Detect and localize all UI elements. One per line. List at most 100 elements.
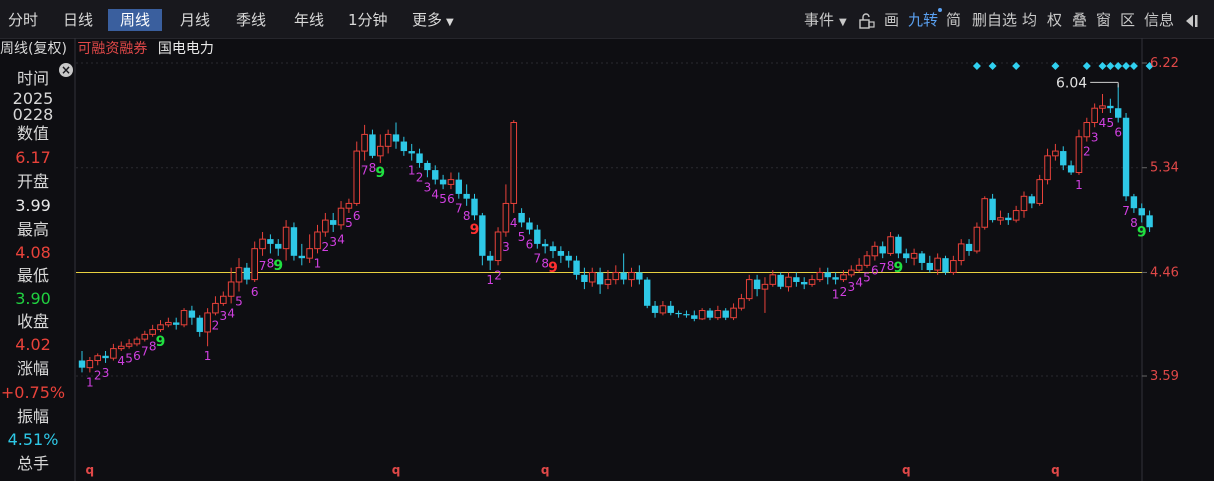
candle-body-up [1044, 155, 1051, 181]
nine-turn-count: 6 [1114, 126, 1122, 140]
candle-body-up [745, 279, 753, 300]
candle-body-up [125, 343, 133, 347]
candle-body-down [918, 253, 926, 263]
candle-body-down [455, 179, 462, 194]
nine-turn-count: 2 [322, 240, 330, 254]
candle-body-down [275, 243, 282, 249]
candle-body-down [1060, 151, 1067, 166]
nine-turn-count: 5 [439, 192, 447, 206]
nine-turn-count: 3 [219, 309, 227, 323]
candle-body-down [330, 220, 337, 225]
candle-body-down [1115, 108, 1122, 118]
candle-body-up [110, 348, 117, 359]
candle-body-down [549, 246, 557, 252]
candle-body-down [706, 310, 714, 318]
candle-body-down [188, 310, 196, 318]
candle-body-up [604, 279, 612, 285]
nine-turn-count: 5 [235, 295, 243, 309]
candle-body-up [628, 271, 635, 281]
nine-turn-count: 3 [847, 280, 855, 294]
candle-body-up [1099, 105, 1106, 109]
candle-body-down [722, 310, 729, 318]
nine-turn-count: 9 [548, 260, 558, 276]
candle-body-down [432, 170, 439, 180]
nine-turn-count: 5 [518, 230, 526, 244]
nine-turn-count: 6 [353, 209, 361, 223]
nine-turn-count: 7 [879, 261, 887, 275]
candle-body-down [565, 255, 572, 261]
candle-body-up [714, 310, 722, 319]
nine-turn-count: 7 [361, 164, 369, 178]
candle-body-up [377, 145, 384, 157]
nine-turn-count: 3 [102, 366, 110, 380]
candle-body-up [306, 248, 313, 259]
candle-body-down [691, 315, 698, 319]
nine-turn-count: 4 [227, 306, 235, 320]
signal-diamond [1122, 62, 1131, 70]
q-marker: q [392, 463, 401, 477]
candle-body-down [1107, 105, 1114, 109]
signal-diamond [1082, 62, 1091, 70]
candle-body-up [588, 271, 596, 283]
candle-body-down [487, 255, 494, 261]
candle-body-up [510, 122, 518, 204]
candle-body-up [384, 133, 392, 147]
nine-turn-count: 1 [832, 287, 840, 301]
candle-body-up [361, 133, 368, 152]
nine-turn-count: 6 [447, 192, 455, 206]
candle-body-up [94, 355, 102, 362]
candle-body-up [848, 269, 855, 276]
candle-body-up [887, 236, 894, 254]
candle-body-up [738, 298, 745, 309]
candle-body-down [926, 262, 933, 271]
candle-body-up [345, 202, 353, 209]
nine-turn-count: 9 [1137, 224, 1147, 240]
nine-turn-count: 7 [455, 202, 463, 216]
candle-body-up [1083, 122, 1091, 138]
candle-body-down [620, 272, 627, 280]
candle-body-down [1005, 217, 1012, 221]
candle-body-down [942, 258, 949, 273]
candle-body-down [903, 253, 910, 259]
candle-body-down [1138, 208, 1145, 216]
candle-body-down [392, 134, 400, 142]
candle-body-up [212, 302, 219, 314]
candle-body-down [298, 255, 305, 259]
candle-body-up [322, 219, 329, 233]
candle-body-up [204, 312, 211, 333]
nine-turn-count: 6 [871, 264, 879, 278]
candle-body-up [494, 231, 502, 262]
nine-turn-count: 1 [486, 273, 494, 287]
nine-turn-count: 1 [314, 256, 322, 270]
nine-turn-count: 1 [1075, 178, 1083, 192]
candle-body-up [855, 264, 863, 271]
candle-body-down [1122, 117, 1130, 197]
nine-turn-count: 2 [94, 368, 102, 382]
nine-turn-count: 3 [1091, 130, 1099, 144]
nine-turn-count: 2 [1083, 145, 1091, 159]
candle-body-up [117, 345, 125, 350]
candlestick-chart: 12 34 5 6 7 8 9123 4567 8 9 12 3 4567 8 9 1234 5 67891 234… [74, 38, 1179, 481]
nine-turn-count: 3 [424, 180, 432, 194]
nine-turn-count: 1 [86, 375, 94, 389]
nine-turn-count: 7 [533, 252, 541, 266]
nine-turn-count: 4 [337, 233, 345, 247]
candle-body-up [957, 243, 965, 262]
candle-body-up [808, 279, 816, 285]
signal-diamond [1012, 62, 1021, 70]
nine-turn-count: 7 [259, 259, 267, 273]
candle-body-up [1052, 150, 1059, 157]
candle-body-down [534, 229, 541, 244]
nine-turn-count: 2 [212, 318, 220, 332]
q-marker: q [541, 463, 550, 477]
nine-turn-count: 9 [156, 334, 166, 350]
candle-body-up [1091, 107, 1098, 124]
candle-body-down [651, 305, 659, 313]
candle-body-down [267, 239, 274, 244]
candle-body-down [801, 281, 808, 285]
candle-body-up [816, 271, 824, 281]
nine-turn-count: 1 [408, 164, 416, 178]
nine-turn-count: 4 [1099, 116, 1107, 130]
candle-body-down [196, 317, 203, 332]
candle-body-up [165, 321, 172, 326]
